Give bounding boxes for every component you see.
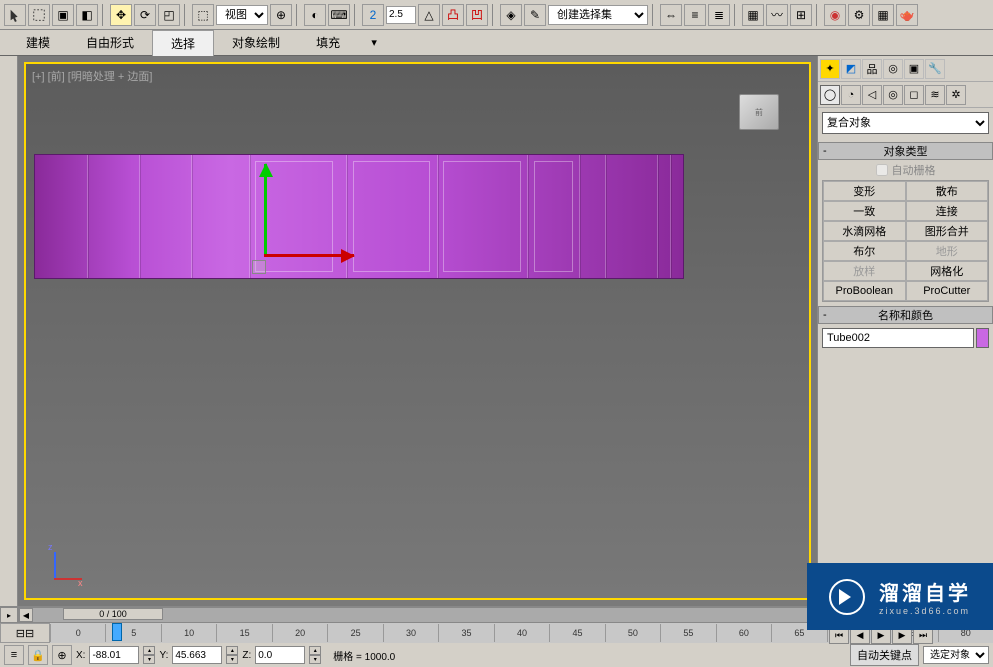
spinner-input[interactable] (386, 6, 416, 24)
connect-button[interactable]: 连接 (906, 201, 989, 221)
command-panel: ✦ ◩ 品 ◎ ▣ 🔧 ◯ ◔ ◁ ◎ ◻ ≋ ✲ 复合对象 -对象类型 自动栅… (817, 56, 993, 606)
edit-named-sel-icon[interactable]: ✎ (524, 4, 546, 26)
auto-grid-checkbox (876, 164, 888, 176)
axis-indicator: zx (48, 546, 88, 586)
shapemerge-button[interactable]: 图形合并 (906, 221, 989, 241)
boolean-button[interactable]: 布尔 (823, 241, 906, 261)
category-select[interactable]: 复合对象 (822, 112, 989, 134)
tab-modeling[interactable]: 建模 (8, 30, 68, 55)
systems-icon[interactable]: ✲ (946, 85, 966, 105)
add-key-icon[interactable]: ⊕ (52, 645, 72, 665)
material-icon[interactable]: ◉ (824, 4, 846, 26)
hierarchy-tab-icon[interactable]: 品 (862, 59, 882, 79)
keyboard-icon[interactable]: ⌨ (328, 4, 350, 26)
cameras-icon[interactable]: ◎ (883, 85, 903, 105)
named-sel-icon[interactable]: ◈ (500, 4, 522, 26)
viewport[interactable]: [+] [前] [明暗处理 + 边面] 前 zx (24, 62, 811, 600)
scroll-thumb[interactable]: 0 / 100 (63, 608, 163, 620)
play-logo-icon (829, 579, 865, 615)
object-type-buttons: 变形 散布 一致 连接 水滴网格 图形合并 布尔 地形 放样 网格化 ProBo… (822, 180, 989, 302)
graphite-icon[interactable]: ▦ (742, 4, 764, 26)
status-bar: ≡ 🔒 ⊕ X: ▴▾ Y: ▴▾ Z: ▴▾ 栅格 = 1000.0 自动关键… (0, 643, 993, 667)
blobmesh-button[interactable]: 水滴网格 (823, 221, 906, 241)
snap-toggle-icon[interactable]: 2 (362, 4, 384, 26)
align-icon[interactable]: ≡ (684, 4, 706, 26)
scroll-left-icon[interactable]: ◀ (19, 608, 33, 622)
snap-percent-icon[interactable]: 凸 (442, 4, 464, 26)
key-filter-select[interactable]: 选定对象 (923, 646, 989, 664)
ribbon-chevron-icon[interactable]: ▾ (366, 35, 382, 51)
script-icon[interactable]: ≡ (4, 645, 24, 665)
tab-freeform[interactable]: 自由形式 (68, 30, 152, 55)
autokey-button[interactable]: 自动关键点 (850, 644, 919, 666)
rect-select-icon[interactable] (28, 4, 50, 26)
helpers-icon[interactable]: ◻ (904, 85, 924, 105)
object-name-input[interactable] (822, 328, 974, 348)
z-coord-input[interactable] (255, 646, 305, 664)
main-toolbar: ▣ ◧ ✥ ⟳ ◰ ⬚ 视图 ⊕ ◐ ⌨ 2 △ 凸 凹 ◈ ✎ 创建选择集 ⇔… (0, 0, 993, 30)
modify-tab-icon[interactable]: ◩ (841, 59, 861, 79)
window-crossing-icon[interactable]: ▣ (52, 4, 74, 26)
time-cursor[interactable] (112, 623, 122, 641)
x-coord-input[interactable] (89, 646, 139, 664)
view-coord-select[interactable]: 视图 (216, 5, 268, 25)
pivot-icon[interactable]: ⊕ (270, 4, 292, 26)
layer-icon[interactable]: ≣ (708, 4, 730, 26)
y-coord-input[interactable] (172, 646, 222, 664)
render-icon[interactable]: 🫖 (896, 4, 918, 26)
track-expand-icon[interactable]: ▸ (0, 607, 18, 623)
model-geometry[interactable] (34, 154, 684, 279)
geometry-icon[interactable]: ◯ (820, 85, 840, 105)
auto-grid-row: 自动栅格 (818, 160, 993, 180)
mesher-button[interactable]: 网格化 (906, 261, 989, 281)
name-color-rollup[interactable]: -名称和颜色 (818, 306, 993, 324)
tab-object-paint[interactable]: 对象绘制 (214, 30, 298, 55)
grid-label: 栅格 = 1000.0 (333, 648, 395, 663)
create-tab-icon[interactable]: ✦ (820, 59, 840, 79)
ref-coord-icon[interactable]: ⬚ (192, 4, 214, 26)
display-tab-icon[interactable]: ▣ (904, 59, 924, 79)
viewcube[interactable]: 前 (739, 94, 779, 130)
viewport-label[interactable]: [+] [前] [明暗处理 + 边面] (32, 68, 152, 84)
terrain-button[interactable]: 地形 (906, 241, 989, 261)
scale-icon[interactable]: ◰ (158, 4, 180, 26)
snap-spinner-icon[interactable]: 凹 (466, 4, 488, 26)
mirror-icon[interactable]: ⇔ (660, 4, 682, 26)
left-toolbar (0, 56, 18, 606)
shapes-icon[interactable]: ◔ (841, 85, 861, 105)
conform-button[interactable]: 一致 (823, 201, 906, 221)
curve-editor-icon[interactable]: 〰 (766, 4, 788, 26)
schematic-icon[interactable]: ⊞ (790, 4, 812, 26)
spacewarps-icon[interactable]: ≋ (925, 85, 945, 105)
color-swatch[interactable] (976, 328, 989, 348)
utilities-tab-icon[interactable]: 🔧 (925, 59, 945, 79)
loft-button[interactable]: 放样 (823, 261, 906, 281)
render-frame-icon[interactable]: ▦ (872, 4, 894, 26)
selection-set-select[interactable]: 创建选择集 (548, 5, 648, 25)
tab-selection[interactable]: 选择 (152, 30, 214, 56)
rotate-icon[interactable]: ⟳ (134, 4, 156, 26)
viewport-container: [+] [前] [明暗处理 + 边面] 前 zx (18, 56, 817, 606)
procutter-button[interactable]: ProCutter (906, 281, 989, 301)
object-type-rollup[interactable]: -对象类型 (818, 142, 993, 160)
motion-tab-icon[interactable]: ◎ (883, 59, 903, 79)
scatter-button[interactable]: 散布 (906, 181, 989, 201)
watermark: 溜溜自学 zixue.3d66.com (807, 563, 993, 630)
snap-angle-icon[interactable]: △ (418, 4, 440, 26)
pointer-icon[interactable] (4, 4, 26, 26)
morph-button[interactable]: 变形 (823, 181, 906, 201)
tab-populate[interactable]: 填充 (298, 30, 358, 55)
ribbon-tabs: 建模 自由形式 选择 对象绘制 填充 ▾ (0, 30, 993, 56)
move-icon[interactable]: ✥ (110, 4, 132, 26)
filter-icon[interactable]: ◧ (76, 4, 98, 26)
track-tools-icon[interactable]: ⊟⊟ (0, 623, 50, 643)
lights-icon[interactable]: ◁ (862, 85, 882, 105)
lock-icon[interactable]: 🔒 (28, 645, 48, 665)
manip-icon[interactable]: ◐ (304, 4, 326, 26)
render-setup-icon[interactable]: ⚙ (848, 4, 870, 26)
proboolean-button[interactable]: ProBoolean (823, 281, 906, 301)
